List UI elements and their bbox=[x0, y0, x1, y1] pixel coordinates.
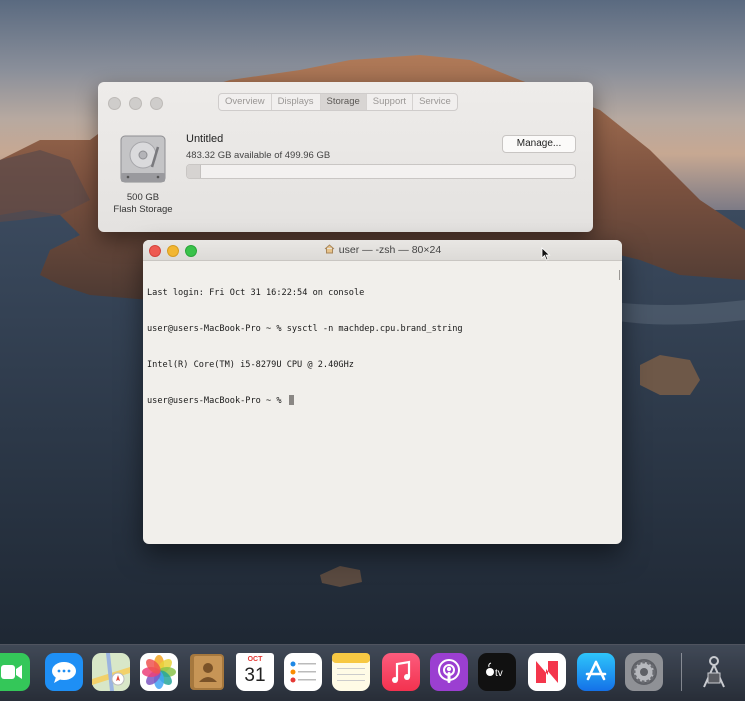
terminal-prompt: user@users-MacBook-Pro ~ % bbox=[147, 396, 287, 406]
calendar-icon[interactable]: OCT 31 bbox=[236, 653, 274, 691]
app-store-icon[interactable] bbox=[577, 653, 615, 691]
tab-storage[interactable]: Storage bbox=[320, 94, 367, 110]
terminal-line: Last login: Fri Oct 31 16:22:54 on conso… bbox=[147, 288, 365, 298]
tab-support[interactable]: Support bbox=[367, 94, 414, 110]
terminal-output[interactable]: Last login: Fri Oct 31 16:22:54 on conso… bbox=[147, 263, 612, 431]
scrollbar[interactable] bbox=[619, 270, 620, 280]
hard-drive-icon bbox=[120, 135, 166, 183]
terminal-line: user@users-MacBook-Pro ~ % sysctl -n mac… bbox=[147, 324, 463, 334]
downloads-icon[interactable] bbox=[695, 653, 733, 691]
text-cursor bbox=[288, 395, 294, 405]
about-this-mac-window: Overview Displays Storage Support Servic… bbox=[98, 82, 593, 232]
podcasts-icon[interactable] bbox=[430, 653, 468, 691]
svg-text:tv: tv bbox=[495, 668, 503, 679]
maps-icon[interactable] bbox=[92, 653, 130, 691]
mouse-pointer-icon bbox=[541, 247, 551, 266]
reminders-icon[interactable] bbox=[284, 653, 322, 691]
drive-type: Flash Storage bbox=[113, 204, 173, 215]
messages-icon[interactable] bbox=[45, 653, 83, 691]
manage-button[interactable]: Manage... bbox=[502, 135, 576, 153]
volume-availability: 483.32 GB available of 499.96 GB bbox=[186, 150, 331, 161]
facetime-icon[interactable] bbox=[0, 653, 30, 691]
drive-caption: 500 GB Flash Storage bbox=[98, 192, 188, 216]
news-icon[interactable] bbox=[528, 653, 566, 691]
drive-size: 500 GB bbox=[126, 192, 160, 203]
terminal-title-text: user — -zsh — 80×24 bbox=[338, 244, 442, 256]
photos-icon[interactable] bbox=[140, 653, 178, 691]
music-icon[interactable] bbox=[382, 653, 420, 691]
zoom-button[interactable] bbox=[150, 97, 163, 110]
calendar-day: 31 bbox=[244, 665, 266, 686]
home-folder-icon bbox=[324, 244, 335, 257]
dock: OCT 31 tv bbox=[0, 644, 745, 701]
tab-service[interactable]: Service bbox=[413, 94, 457, 110]
calendar-month: OCT bbox=[247, 656, 263, 663]
storage-usage-bar bbox=[186, 164, 576, 179]
apple-tv-icon[interactable]: tv bbox=[478, 653, 516, 691]
tab-overview[interactable]: Overview bbox=[219, 94, 272, 110]
system-preferences-icon[interactable] bbox=[625, 653, 663, 691]
terminal-line: Intel(R) Core(TM) i5-8279U CPU @ 2.40GHz bbox=[147, 360, 354, 370]
storage-used-fill bbox=[187, 165, 201, 178]
tab-bar: Overview Displays Storage Support Servic… bbox=[218, 93, 458, 111]
close-button[interactable] bbox=[108, 97, 121, 110]
notes-icon[interactable] bbox=[332, 653, 370, 691]
tab-displays[interactable]: Displays bbox=[272, 94, 321, 110]
volume-name: Untitled bbox=[186, 133, 224, 145]
contacts-icon[interactable] bbox=[188, 653, 226, 691]
terminal-window: user — -zsh — 80×24 Last login: Fri Oct … bbox=[143, 240, 622, 544]
minimize-button[interactable] bbox=[129, 97, 142, 110]
window-controls bbox=[108, 97, 163, 110]
dock-separator bbox=[681, 653, 682, 691]
